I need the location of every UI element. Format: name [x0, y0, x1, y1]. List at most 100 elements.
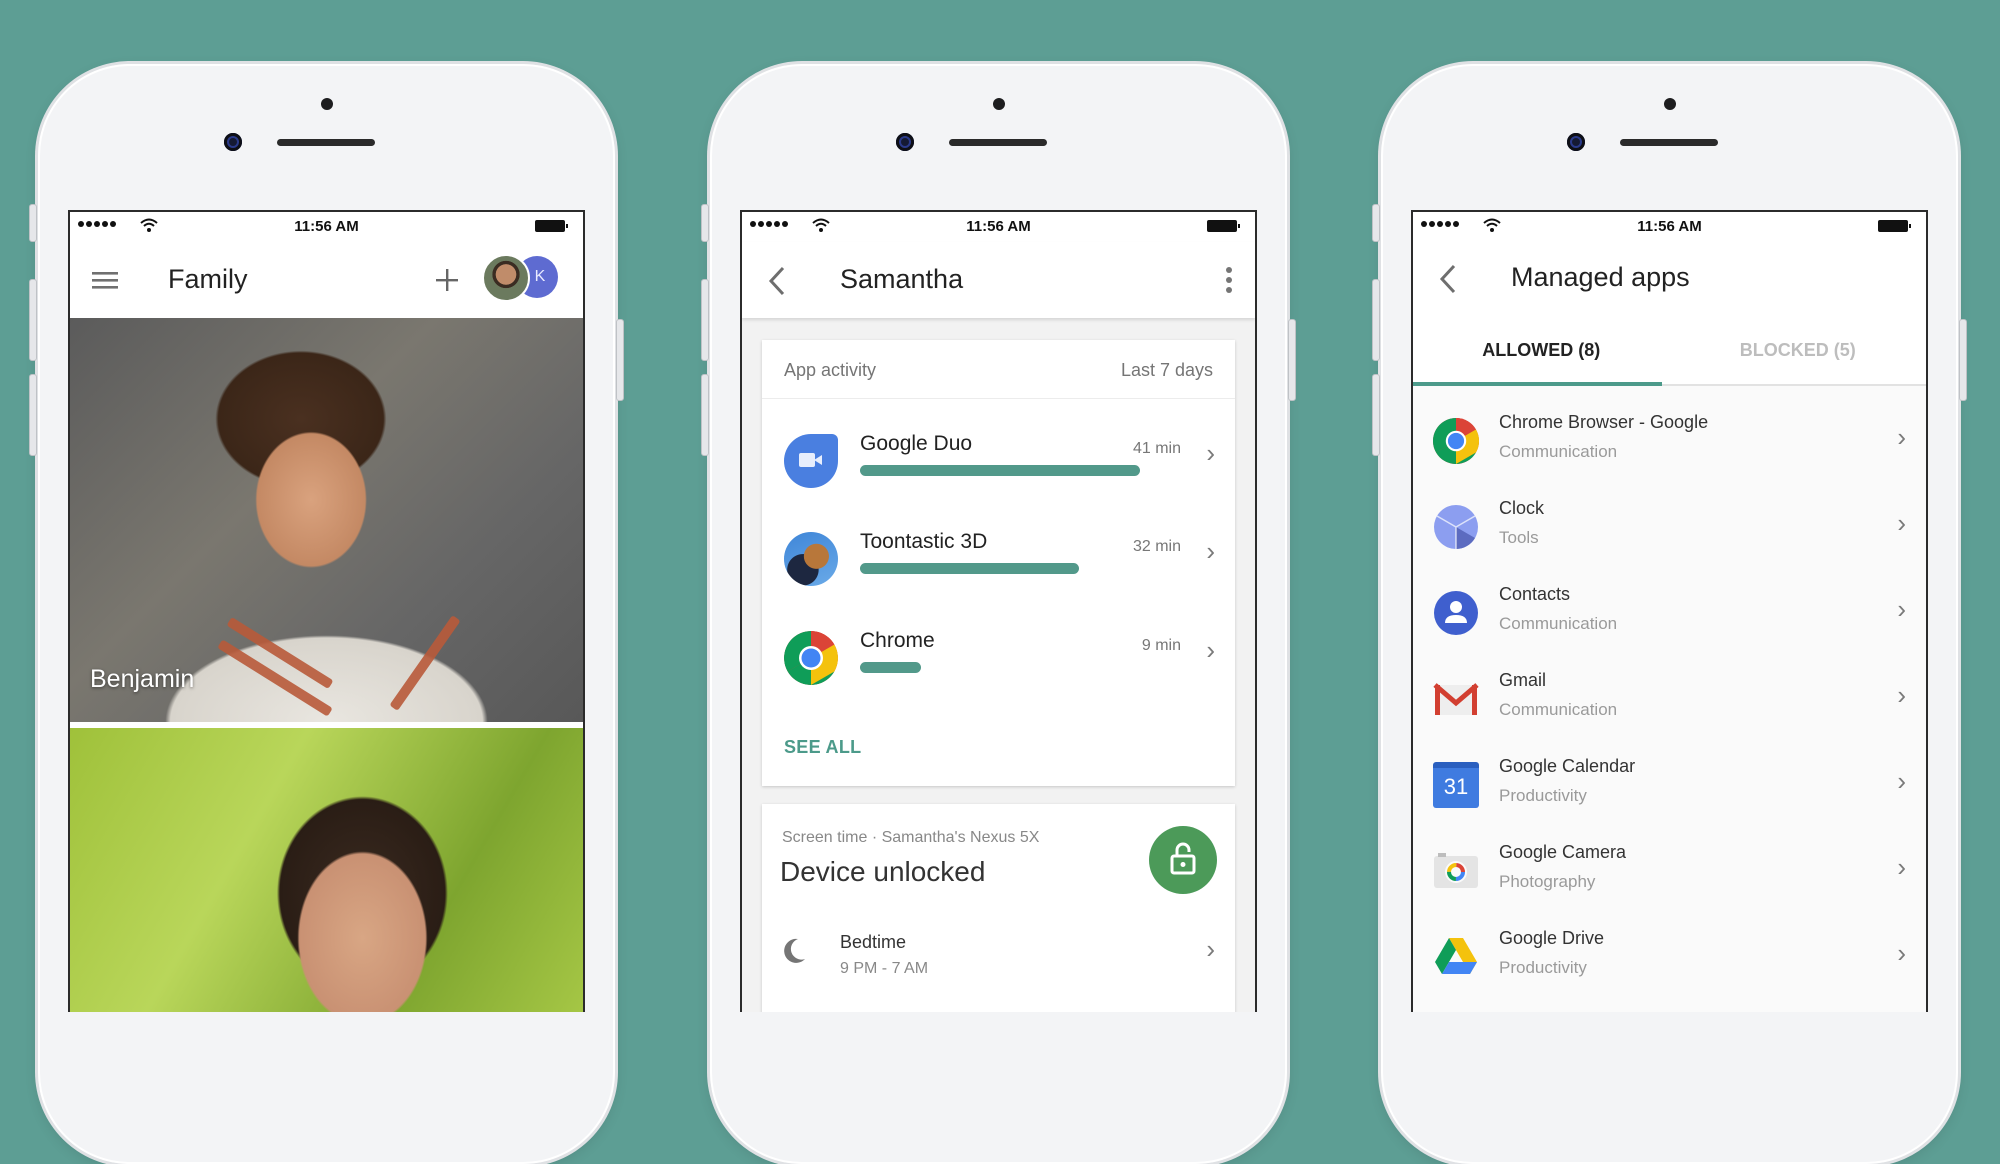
chevron-right-icon: › — [1897, 680, 1906, 710]
app-category: Communication — [1499, 614, 1618, 633]
chrome-icon — [1433, 418, 1479, 464]
app-name: Chrome — [860, 629, 935, 652]
bedtime-range: 9 PM - 7 AM — [840, 960, 929, 977]
moon-icon — [784, 938, 805, 963]
proximity-sensor — [320, 98, 333, 110]
chevron-right-icon: › — [1206, 635, 1215, 665]
earpiece-speaker — [1619, 139, 1718, 146]
app-category: Communication — [1499, 700, 1618, 719]
app-list-item[interactable]: Google Drive Productivity › — [1413, 916, 1926, 1002]
member-card-photo[interactable] — [70, 728, 583, 1012]
volume-up-button — [29, 279, 37, 361]
contacts-icon — [1434, 591, 1478, 635]
tab-blocked[interactable]: BLOCKED (5) — [1670, 318, 1927, 384]
proximity-sensor — [992, 98, 1005, 110]
volume-down-button — [701, 374, 709, 456]
app-usage-time: 9 min — [1141, 637, 1181, 654]
back-chevron-icon[interactable] — [1439, 264, 1457, 294]
battery-icon — [535, 220, 568, 232]
google-duo-icon — [784, 434, 838, 488]
family-screen: 11:56 AM Family K Benjamin — [68, 210, 585, 1012]
shirt-stripe — [389, 615, 461, 711]
unlocked-padlock-icon — [1170, 842, 1196, 875]
mute-switch — [29, 204, 37, 242]
hamburger-menu-icon[interactable] — [92, 270, 118, 290]
app-bar: Family K — [70, 242, 583, 318]
calendar-day: 31 — [1443, 774, 1469, 799]
app-category: Productivity — [1499, 786, 1587, 805]
chevron-right-icon: › — [1206, 438, 1215, 468]
member-card-benjamin[interactable]: Benjamin — [70, 318, 583, 722]
plus-icon[interactable] — [436, 269, 458, 291]
card-header: App activity Last 7 days — [762, 340, 1235, 399]
status-time: 11:56 AM — [966, 218, 1031, 235]
card-title: App activity — [784, 360, 877, 380]
battery-icon — [1878, 220, 1911, 232]
activity-row[interactable]: Chrome 9 min › — [762, 615, 1235, 707]
earpiece-speaker — [276, 139, 375, 146]
app-name: Google Drive — [1499, 928, 1605, 948]
app-category: Tools — [1499, 528, 1539, 547]
chevron-right-icon: › — [1897, 508, 1906, 538]
app-list: Chrome Browser - Google Communication › … — [1413, 386, 1926, 1012]
member-name: Benjamin — [90, 665, 195, 693]
status-bar: 11:56 AM — [1413, 212, 1926, 242]
app-list-item[interactable]: Clock Tools › — [1413, 486, 1926, 572]
app-name: Google Duo — [860, 432, 973, 455]
device-status: Device unlocked — [780, 856, 986, 887]
chevron-right-icon: › — [1897, 594, 1906, 624]
front-camera — [1567, 133, 1585, 151]
chevron-right-icon: › — [1897, 422, 1906, 452]
screen-time-card: Screen time · Samantha's Nexus 5X Device… — [762, 804, 1235, 1012]
app-activity-card: App activity Last 7 days Google Duo 41 m… — [762, 340, 1235, 786]
chevron-right-icon: › — [1206, 934, 1215, 964]
period-label: Last 7 days — [1120, 360, 1213, 380]
activity-row[interactable]: Toontastic 3D 32 min › — [762, 516, 1235, 608]
app-name: Toontastic 3D — [860, 530, 988, 553]
chevron-right-icon: › — [1897, 766, 1906, 796]
app-list-item[interactable]: Contacts Communication › — [1413, 572, 1926, 658]
tab-bar: ALLOWED (8) BLOCKED (5) — [1413, 318, 1926, 386]
power-button — [616, 319, 624, 401]
front-camera — [224, 133, 242, 151]
tab-allowed[interactable]: ALLOWED (8) — [1413, 318, 1670, 384]
app-name: Gmail — [1499, 670, 1547, 690]
usage-bar — [860, 563, 1079, 574]
clock-icon — [1434, 505, 1478, 549]
chrome-icon — [784, 631, 838, 685]
page-title: Family — [168, 264, 248, 294]
app-bar: Samantha — [742, 242, 1255, 318]
gmail-icon — [1433, 683, 1479, 715]
lock-toggle-button[interactable] — [1149, 826, 1217, 894]
volume-down-button — [29, 374, 37, 456]
chevron-right-icon: › — [1897, 852, 1906, 882]
volume-down-button — [1372, 374, 1380, 456]
app-list-item[interactable]: 31 Google Calendar Productivity › — [1413, 744, 1926, 830]
more-vert-icon[interactable] — [1225, 266, 1233, 294]
managed-apps-screen: 11:56 AM Managed apps ALLOWED (8) BLOCKE… — [1411, 210, 1928, 1012]
activity-row[interactable]: Google Duo 41 min › — [762, 418, 1235, 510]
drive-icon — [1435, 938, 1477, 974]
bedtime-label: Bedtime — [840, 932, 907, 952]
phone-managed-apps: 11:56 AM Managed apps ALLOWED (8) BLOCKE… — [1372, 64, 1967, 1164]
app-list-item[interactable]: Google Camera Photography › — [1413, 830, 1926, 916]
app-name: Clock — [1499, 498, 1545, 518]
phone-family: 11:56 AM Family K Benjamin — [29, 64, 624, 1164]
user-avatar[interactable] — [482, 254, 530, 302]
see-all-link[interactable]: SEE ALL — [784, 737, 861, 758]
battery-icon — [1207, 220, 1240, 232]
app-category: Communication — [1499, 442, 1618, 461]
usage-bar — [860, 465, 1140, 476]
app-name: Chrome Browser - Google — [1499, 412, 1709, 432]
back-chevron-icon[interactable] — [768, 266, 786, 296]
child-detail-screen: 11:56 AM Samantha App activity Last 7 da… — [740, 210, 1257, 1012]
phone-child-detail: 11:56 AM Samantha App activity Last 7 da… — [701, 64, 1296, 1164]
app-list-item[interactable]: Chrome Browser - Google Communication › — [1413, 400, 1926, 486]
status-time: 11:56 AM — [1637, 218, 1702, 235]
volume-up-button — [1372, 279, 1380, 361]
screen-time-label: Screen time · Samantha's Nexus 5X — [782, 829, 1040, 846]
app-name: Google Calendar — [1499, 756, 1636, 776]
camera-icon — [1434, 853, 1478, 888]
app-list-item[interactable]: Gmail Communication › — [1413, 658, 1926, 744]
bedtime-row[interactable]: Bedtime 9 PM - 7 AM › — [762, 916, 1235, 988]
